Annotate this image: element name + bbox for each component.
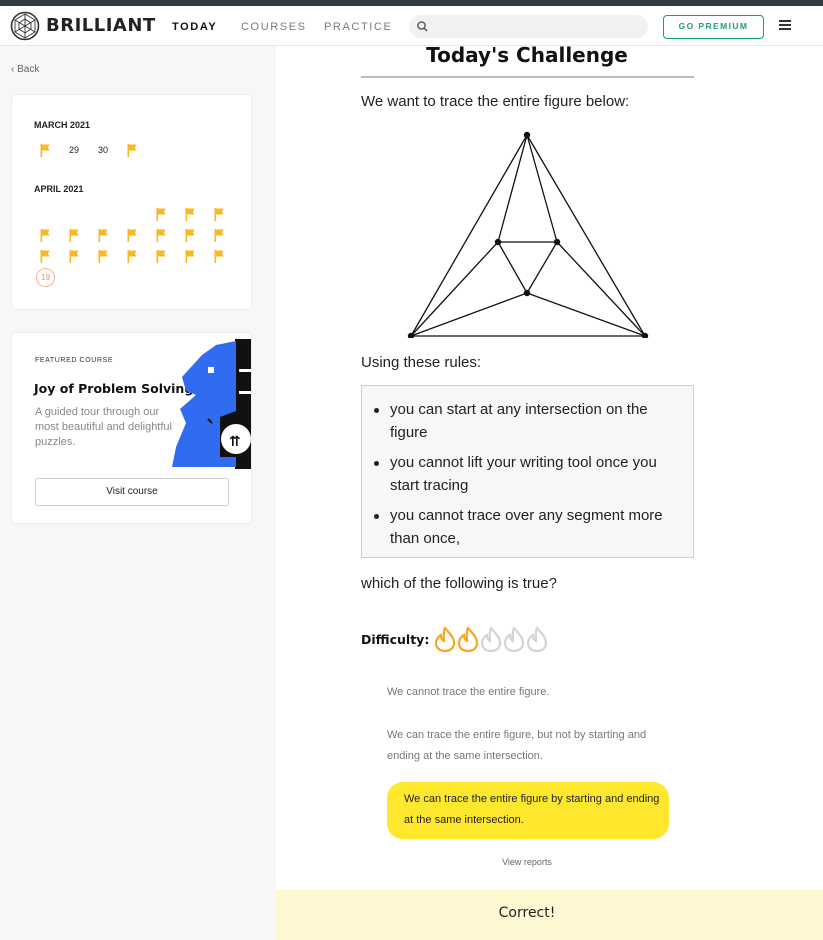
result-banner: Correct!: [276, 890, 823, 940]
flame-filled-icon: [457, 626, 479, 652]
intro-text: We want to trace the entire figure below…: [361, 93, 630, 110]
view-reports-link[interactable]: View reports: [276, 857, 778, 867]
svg-text:⇈: ⇈: [229, 434, 241, 450]
back-label: Back: [17, 64, 40, 75]
month-label-april: APRIL 2021: [34, 184, 84, 194]
nav-practice[interactable]: PRACTICE: [324, 21, 392, 33]
streak-flag-icon: [69, 229, 79, 242]
streak-flag-icon: [156, 229, 166, 242]
rule-item: you cannot lift your writing tool once y…: [374, 451, 673, 497]
today-marker[interactable]: 19: [36, 268, 55, 287]
flame-filled-icon: [434, 626, 456, 652]
streak-flag-icon: [40, 229, 50, 242]
streak-flag-icon: [185, 208, 195, 221]
calendar-day: 29: [68, 145, 79, 155]
brilliant-logo-icon[interactable]: [10, 11, 40, 41]
streak-calendar: MARCH 2021 APRIL 2021 29 30 19: [11, 94, 252, 310]
featured-label: FEATURED COURSE: [35, 357, 114, 364]
hamburger-menu-icon[interactable]: [779, 20, 791, 32]
streak-flag-icon: [214, 208, 224, 221]
nav-courses[interactable]: COURSES: [241, 21, 307, 33]
streak-flag-icon: [98, 229, 108, 242]
graph-figure: [407, 131, 649, 338]
streak-flag-icon: [185, 229, 195, 242]
course-title[interactable]: Joy of Problem Solving: [34, 381, 193, 396]
streak-flag-icon: [40, 250, 50, 263]
flame-empty-icon: [480, 626, 502, 652]
streak-flag-icon: [185, 250, 195, 263]
rule-item: you can start at any intersection on the…: [374, 398, 673, 444]
back-link[interactable]: ‹ Back: [11, 64, 39, 75]
rules-intro: Using these rules:: [361, 354, 482, 371]
challenge-panel: Today's Challenge We want to trace the e…: [276, 43, 823, 940]
answer-option-3-selected[interactable]: We can trace the entire figure by starti…: [387, 782, 669, 839]
streak-flag-icon: [127, 229, 137, 242]
search-input[interactable]: [409, 15, 648, 38]
title-divider: [361, 76, 694, 78]
course-description: A guided tour through our most beautiful…: [35, 406, 172, 448]
streak-flag-icon: [40, 144, 50, 157]
answer-option-1[interactable]: We cannot trace the entire figure.: [387, 682, 667, 703]
flame-empty-icon: [526, 626, 548, 652]
featured-course-card: FEATURED COURSE Joy of Problem Solving A…: [11, 332, 252, 524]
difficulty-label: Difficulty:: [361, 632, 430, 647]
page-title: Today's Challenge: [426, 43, 628, 67]
month-label-march: MARCH 2021: [34, 120, 91, 130]
difficulty-rating: [434, 626, 548, 652]
rules-box: you can start at any intersection on the…: [361, 385, 694, 558]
answer-option-2[interactable]: We can trace the entire figure, but not …: [387, 725, 667, 767]
streak-flag-icon: [127, 144, 137, 157]
visit-course-button[interactable]: Visit course: [35, 478, 229, 506]
rule-item: you cannot trace over any segment more t…: [374, 504, 673, 550]
streak-flag-icon: [156, 208, 166, 221]
streak-flag-icon: [156, 250, 166, 263]
search-icon: [417, 21, 428, 32]
question-text: which of the following is true?: [361, 575, 557, 592]
streak-flag-icon: [69, 250, 79, 263]
streak-flag-icon: [214, 250, 224, 263]
brand-name[interactable]: BRILLIANT: [46, 15, 156, 36]
streak-flag-icon: [127, 250, 137, 263]
go-premium-button[interactable]: GO PREMIUM: [663, 15, 764, 39]
streak-flag-icon: [214, 229, 224, 242]
top-navbar: BRILLIANT TODAY COURSES PRACTICE GO PREM…: [0, 6, 823, 46]
chess-knight-illustration: ⇈: [172, 339, 251, 469]
flame-empty-icon: [503, 626, 525, 652]
nav-today[interactable]: TODAY: [172, 21, 217, 33]
calendar-day: 30: [97, 145, 108, 155]
streak-flag-icon: [98, 250, 108, 263]
